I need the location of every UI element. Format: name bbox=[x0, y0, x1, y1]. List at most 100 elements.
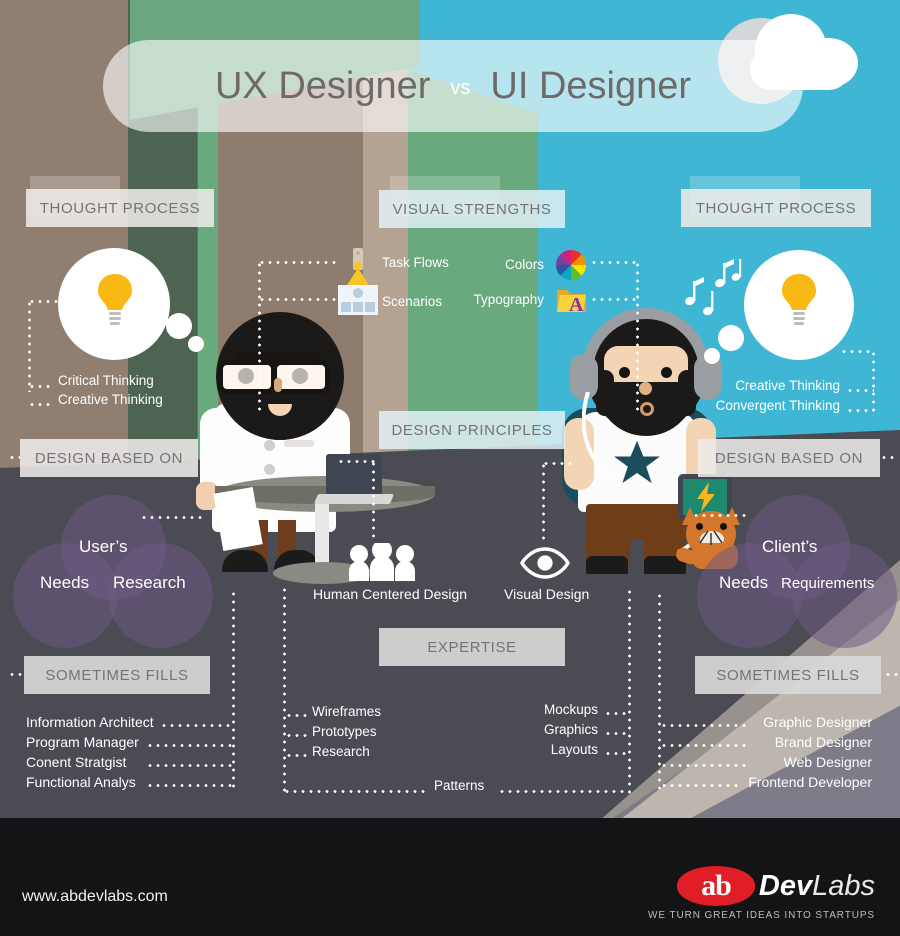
lightbulb-icon-ui bbox=[780, 272, 818, 339]
design-principle-ui-label: Visual Design bbox=[504, 586, 590, 602]
connector-patterns-right bbox=[498, 790, 630, 793]
connector-ui-thought-h1 bbox=[846, 389, 874, 392]
ux-expertise-item-1: Prototypes bbox=[312, 724, 377, 739]
logo-text-dev: Dev bbox=[758, 869, 813, 902]
wireframe-icon bbox=[338, 285, 378, 320]
connector-left-dbo-chip bbox=[8, 456, 20, 459]
ui-thought-item-0: Creative Thinking bbox=[735, 378, 840, 393]
typography-icon: A bbox=[556, 284, 588, 319]
connector-taskflows bbox=[258, 261, 340, 264]
connector-visualdesign-v bbox=[542, 462, 545, 540]
connector-ui-fills-3 bbox=[660, 784, 742, 787]
visual-strength-ux-0-label: Task Flows bbox=[382, 255, 449, 270]
connector-right-sf-chip bbox=[884, 673, 898, 676]
ui-expertise-item-0: Mockups bbox=[543, 702, 598, 717]
chip-expertise: EXPERTISE bbox=[379, 628, 565, 666]
ux-expertise-item-0: Wireframes bbox=[312, 704, 382, 719]
connector-ui-fills-2 bbox=[660, 764, 748, 767]
chip-right-design-based-on: DESIGN BASED ON bbox=[698, 439, 880, 477]
connector-ui-venn bbox=[692, 514, 746, 517]
venn-circle-left bbox=[13, 543, 118, 648]
ux-fills-item-3: Functional Analys bbox=[26, 774, 136, 790]
venn-circle-right bbox=[792, 543, 897, 648]
infographic-canvas: UX Designer vs UI Designer THOUGHT PROCE… bbox=[0, 0, 900, 936]
footer-website-url[interactable]: www.abdevlabs.com bbox=[22, 888, 168, 906]
page-title-left: UX Designer bbox=[214, 64, 431, 107]
page-title-right: UI Designer bbox=[490, 64, 692, 107]
ux-thought-item-1: Creative Thinking bbox=[58, 392, 163, 407]
ui-fills-item-2: Web Designer bbox=[783, 754, 872, 770]
venn-circle-right bbox=[108, 543, 213, 648]
connector-ux-fills-2 bbox=[146, 764, 234, 767]
ui-thought-item-1: Convergent Thinking bbox=[715, 398, 840, 413]
chip-right-sometimes-fills: SOMETIMES FILLS bbox=[695, 656, 881, 694]
ux-fills-item-2: Conent Stratgist bbox=[26, 754, 127, 770]
connector-ui-fills-0 bbox=[660, 724, 748, 727]
ui-expertise-item-1: Graphics bbox=[543, 722, 598, 737]
ui-fills-item-0: Graphic Designer bbox=[763, 714, 872, 730]
connector-ux-fills-v bbox=[232, 590, 235, 790]
chip-left-thought-process: THOUGHT PROCESS bbox=[26, 189, 214, 227]
connector-ux-thought-h2 bbox=[28, 403, 54, 406]
connector-mockups bbox=[604, 712, 628, 715]
connector-patterns-left bbox=[283, 790, 425, 793]
chip-visual-strengths: VISUAL STRENGTHS bbox=[379, 190, 565, 228]
brand-logo[interactable]: ab Dev Labs WE TURN GREAT IDEAS INTO STA… bbox=[648, 866, 875, 921]
ux-thought-item-0: Critical Thinking bbox=[58, 373, 154, 388]
connector-prototypes bbox=[285, 734, 307, 737]
connector-ux-fills-0 bbox=[160, 724, 234, 727]
logo-text-labs: Labs bbox=[812, 869, 875, 902]
ui-fills-item-3: Frontend Developer bbox=[748, 774, 872, 790]
connector-ui-fills-1 bbox=[660, 744, 748, 747]
eye-icon bbox=[520, 547, 570, 584]
connector-scenarios bbox=[258, 298, 336, 301]
venn-circle-left bbox=[697, 543, 802, 648]
ui-expertise-item-2: Layouts bbox=[550, 742, 598, 757]
connector-ux-thought-h1 bbox=[28, 385, 54, 388]
design-principle-ux-label: Human Centered Design bbox=[313, 586, 468, 602]
ux-thought-bubble-small bbox=[188, 336, 204, 352]
ui-venn-top: Client’s bbox=[762, 537, 818, 556]
chip-right-thought-process: THOUGHT PROCESS bbox=[681, 189, 871, 227]
connector-ux-fills-3 bbox=[146, 784, 234, 787]
page-title-vs: vs bbox=[450, 76, 471, 99]
connector-ui-thought-h-top bbox=[840, 350, 874, 353]
ux-fills-item-1: Program Manager bbox=[26, 734, 139, 750]
lightbulb-icon-ux bbox=[96, 272, 134, 339]
page-title: UX Designer vs UI Designer bbox=[103, 40, 803, 132]
connector-layouts bbox=[604, 752, 628, 755]
ui-venn-left: Needs bbox=[719, 573, 769, 592]
connector-hcd-h bbox=[337, 460, 375, 463]
ui-venn-diagram: Client’s Needs Requirements bbox=[697, 495, 897, 648]
connector-graphics bbox=[604, 732, 628, 735]
visual-strength-ux-1-label: Scenarios bbox=[382, 294, 443, 309]
color-wheel-icon bbox=[556, 250, 586, 285]
connector-ux-venn bbox=[140, 516, 202, 519]
connector-ui-thought-h2 bbox=[846, 409, 874, 412]
ux-venn-top: User’s bbox=[79, 537, 128, 556]
ux-venn-left: Needs bbox=[40, 573, 90, 592]
ux-thought-bubble-mid bbox=[166, 313, 192, 339]
connector-right-dbo-chip bbox=[880, 456, 896, 459]
connector-ui-fills-v bbox=[658, 592, 661, 790]
connector-ux-thought-v bbox=[28, 300, 31, 392]
people-group-icon bbox=[348, 540, 416, 586]
shared-expertise-label: Patterns bbox=[434, 778, 485, 793]
connector-ux-visual-v bbox=[258, 261, 261, 411]
connector-ui-thought-v bbox=[872, 350, 875, 412]
logo-tagline: WE TURN GREAT IDEAS INTO STARTUPS bbox=[648, 910, 875, 921]
ux-venn-right: Research bbox=[113, 573, 186, 592]
connector-visualdesign-h bbox=[542, 462, 574, 465]
connector-ui-visual-v bbox=[636, 261, 639, 411]
chip-left-sometimes-fills: SOMETIMES FILLS bbox=[24, 656, 210, 694]
connector-colors bbox=[590, 261, 638, 264]
ui-venn-right: Requirements bbox=[781, 575, 875, 592]
connector-research bbox=[285, 754, 307, 757]
connector-left-sf-chip bbox=[8, 673, 22, 676]
logo-mark-ab: ab bbox=[676, 866, 755, 906]
ui-fills-item-1: Brand Designer bbox=[774, 734, 872, 750]
svg-text:A: A bbox=[569, 294, 584, 314]
connector-ui-expertise-v bbox=[628, 588, 631, 794]
chip-left-design-based-on: DESIGN BASED ON bbox=[20, 439, 198, 477]
visual-strength-ui-0-label: Colors bbox=[504, 257, 544, 272]
